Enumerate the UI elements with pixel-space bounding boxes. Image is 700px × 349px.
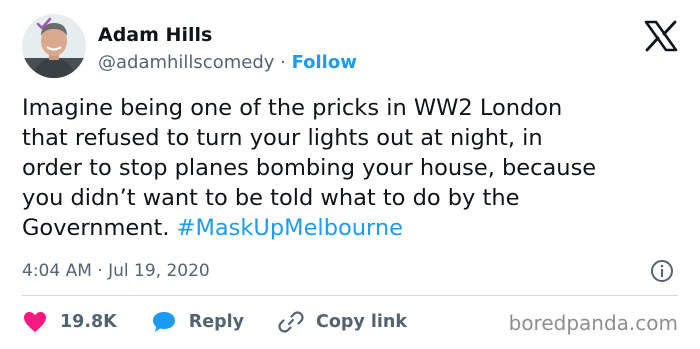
like-button[interactable]: 19.8K	[22, 309, 117, 335]
follow-button[interactable]: Follow	[292, 52, 357, 73]
tweet-text: Imagine being one of the pricks in WW2 L…	[22, 93, 682, 243]
tweet-meta: 4:04 AM · Jul 19, 2020	[22, 257, 678, 285]
reply-label: Reply	[188, 312, 245, 332]
hashtag-link[interactable]: #MaskUpMelbourne	[177, 215, 403, 241]
handle-line: @adamhillscomedy · Follow	[98, 52, 357, 74]
tweet-line-last: Government. #MaskUpMelbourne	[22, 213, 682, 243]
timestamp[interactable]: 4:04 AM · Jul 19, 2020	[22, 261, 210, 281]
handle[interactable]: @adamhillscomedy	[98, 52, 274, 73]
watermark: boredpanda.com	[508, 311, 678, 335]
tweet-line: order to stop planes bombing your house,…	[22, 155, 597, 181]
avatar[interactable]	[22, 14, 86, 78]
copy-link-label: Copy link	[316, 312, 408, 332]
verified-badge-icon	[36, 17, 52, 30]
tweet-line: Imagine being one of the pricks in WW2 L…	[22, 95, 563, 121]
info-icon[interactable]	[650, 259, 674, 283]
reply-bubble-icon	[151, 309, 177, 335]
tweet-header: Adam Hills @adamhillscomedy · Follow	[22, 14, 678, 80]
author-names: Adam Hills @adamhillscomedy · Follow	[98, 24, 357, 74]
heart-icon	[22, 309, 48, 335]
tweet-line: you didn’t want to be told what to do by…	[22, 185, 520, 211]
separator: ·	[274, 52, 292, 73]
reply-button[interactable]: Reply	[151, 309, 244, 335]
link-icon	[278, 309, 304, 335]
action-bar: 19.8K Reply Copy link	[22, 306, 441, 338]
x-logo-icon[interactable]	[644, 20, 678, 52]
display-name[interactable]: Adam Hills	[98, 24, 357, 46]
tweet-line: that refused to turn your lights out at …	[22, 125, 543, 151]
like-count: 19.8K	[60, 312, 117, 332]
copy-link-button[interactable]: Copy link	[278, 309, 407, 335]
divider	[22, 295, 678, 296]
tweet-line-text: Government.	[22, 215, 177, 241]
